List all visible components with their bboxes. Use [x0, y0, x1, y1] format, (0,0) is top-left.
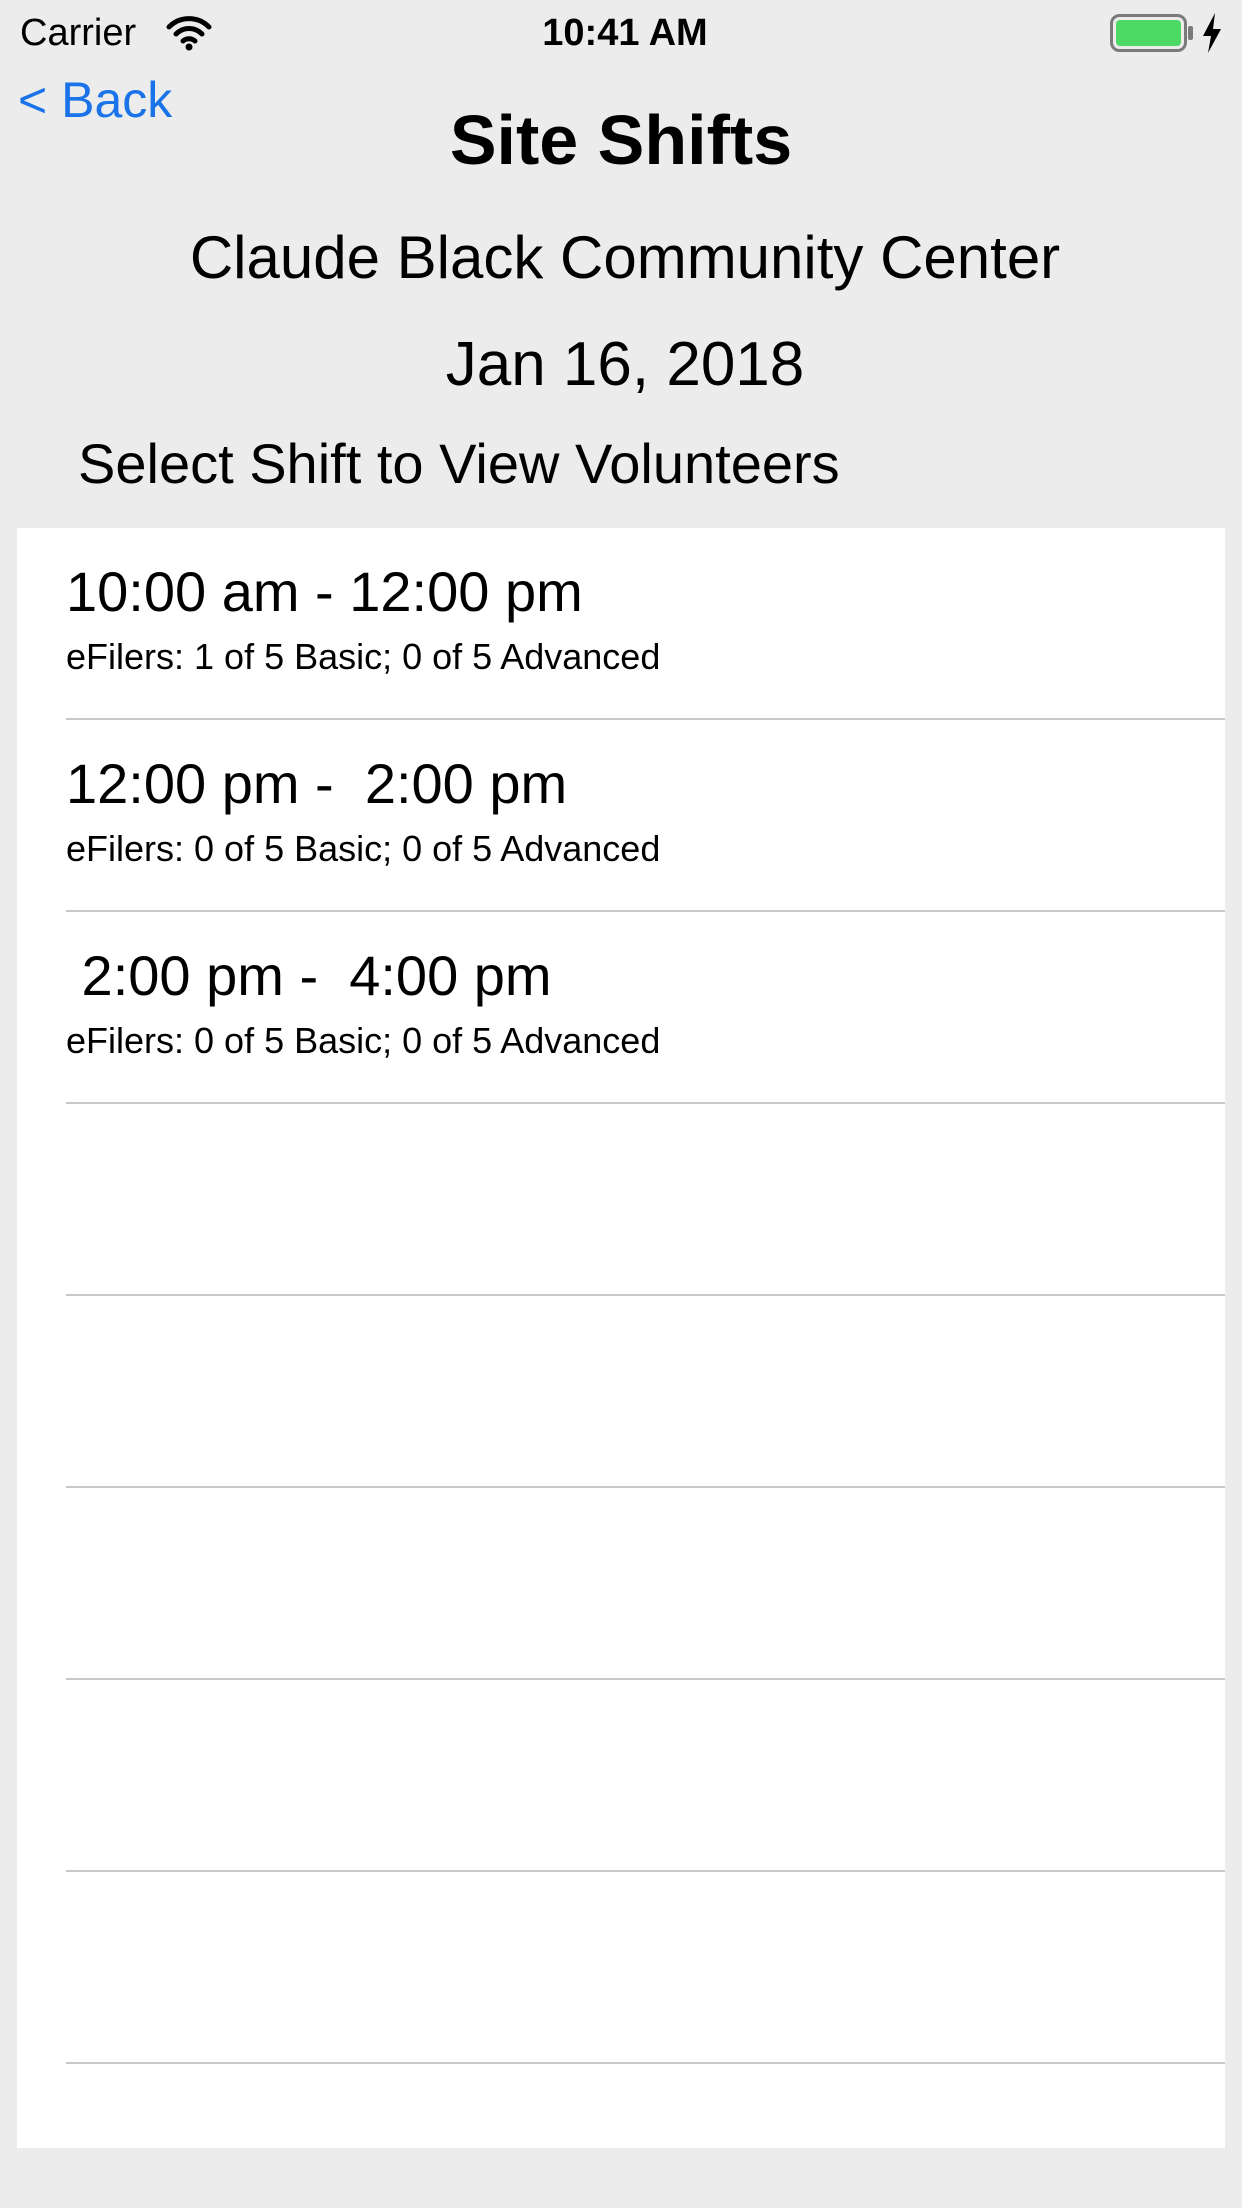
shift-efilers: eFilers: 0 of 5 Basic; 0 of 5 Advanced — [66, 828, 661, 869]
empty-row — [17, 1488, 1225, 1680]
empty-row — [17, 1296, 1225, 1488]
shift-time: 10:00 am - 12:00 pm — [66, 560, 583, 623]
shift-row[interactable]: 2:00 pm - 4:00 pm eFilers: 0 of 5 Basic;… — [17, 912, 1225, 1104]
battery-icon — [1110, 14, 1193, 52]
empty-row — [17, 1872, 1225, 2064]
row-separator — [66, 2062, 1225, 2064]
shift-time: 12:00 pm - 2:00 pm — [66, 752, 568, 815]
status-clock: 10:41 AM — [542, 12, 708, 54]
shift-time: 2:00 pm - 4:00 pm — [66, 944, 552, 1007]
page-title: Site Shifts — [449, 101, 793, 179]
shift-date: Jan 16, 2018 — [445, 330, 805, 399]
shift-efilers: eFilers: 0 of 5 Basic; 0 of 5 Advanced — [66, 1020, 661, 1061]
charging-bolt-icon — [1203, 13, 1221, 53]
instruction-label: Select Shift to View Volunteers — [78, 432, 840, 495]
site-name: Claude Black Community Center — [189, 224, 1061, 291]
empty-row — [17, 1104, 1225, 1296]
shift-efilers: eFilers: 1 of 5 Basic; 0 of 5 Advanced — [66, 636, 661, 677]
shift-row[interactable]: 12:00 pm - 2:00 pm eFilers: 0 of 5 Basic… — [17, 720, 1225, 912]
empty-row — [17, 1680, 1225, 1872]
shift-row[interactable]: 10:00 am - 12:00 pm eFilers: 1 of 5 Basi… — [17, 528, 1225, 720]
shift-list[interactable]: 10:00 am - 12:00 pm eFilers: 1 of 5 Basi… — [17, 528, 1225, 2148]
status-bar: Carrier 10:41 AM — [0, 0, 1242, 66]
